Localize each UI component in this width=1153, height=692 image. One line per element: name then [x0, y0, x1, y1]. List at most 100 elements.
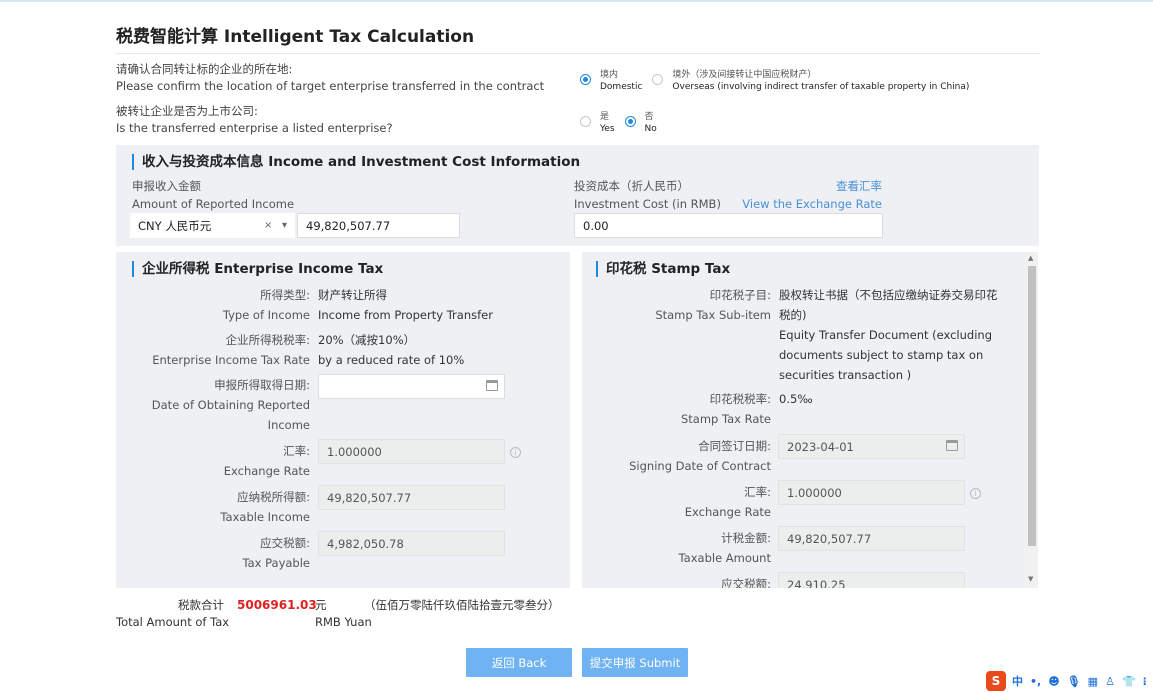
- stamp-fx-label-zh: 汇率:: [744, 485, 771, 499]
- stamp-panel-scrollbar[interactable]: ▲ ▼: [1026, 252, 1038, 588]
- radio-no[interactable]: [624, 116, 636, 127]
- ime-emoji-icon[interactable]: ☻: [1048, 675, 1059, 688]
- scroll-up-icon[interactable]: ▲: [1028, 254, 1033, 262]
- scroll-thumb[interactable]: [1028, 266, 1036, 546]
- currency-select[interactable]: CNY 人民币元 × ▾: [130, 213, 295, 238]
- stamp-title: 印花税 Stamp Tax: [596, 261, 730, 277]
- radio-yes-en: Yes: [600, 124, 615, 134]
- listed-question-en: Is the transferred enterprise a listed e…: [116, 121, 393, 135]
- eit-payable-label-en: Tax Payable: [242, 556, 310, 570]
- submit-button[interactable]: 提交申报 Submit: [582, 648, 688, 677]
- top-border: [0, 0, 1153, 2]
- reported-income-value: 49,820,507.77: [306, 218, 391, 233]
- stamp-taxable-label-zh: 计税金额:: [721, 531, 771, 545]
- stamp-taxable-input: 49,820,507.77: [778, 526, 965, 551]
- scroll-down-icon[interactable]: ▼: [1028, 575, 1033, 583]
- investment-cost-label-en: Investment Cost (in RMB): [574, 197, 721, 211]
- eit-date-input[interactable]: [318, 374, 505, 399]
- stamp-rate-value: 0.5‰: [779, 392, 813, 406]
- stamp-rate-label-en: Stamp Tax Rate: [680, 412, 771, 426]
- income-section: 收入与投资成本信息 Income and Investment Cost Inf…: [116, 145, 1039, 246]
- reported-income-input[interactable]: 49,820,507.77: [297, 213, 460, 238]
- investment-cost-value: 0.00: [583, 218, 609, 233]
- location-question: 请确认合同转让标的企业的所在地: Please confirm the loca…: [116, 61, 544, 95]
- eit-rate-value-en: by a reduced rate of 10%: [318, 353, 465, 367]
- total-label-zh: 税款合计: [178, 598, 224, 612]
- eit-rate-label: 企业所得税税率: Enterprise Income Tax Rate: [116, 330, 310, 370]
- reported-income-label-zh: 申报收入金额: [132, 179, 201, 193]
- ime-keyboard-icon[interactable]: ▦: [1088, 675, 1098, 688]
- radio-option-domestic[interactable]: 境内 Domestic: [580, 69, 642, 93]
- eit-date-label-zh: 申报所得取得日期:: [214, 378, 310, 392]
- ime-skin-icon[interactable]: 👕: [1122, 675, 1136, 688]
- total-in-words: （伍佰万零陆仟玖佰陆拾壹元零叁分）: [364, 598, 560, 612]
- calendar-icon: [946, 440, 958, 451]
- eit-taxable-input: 49,820,507.77: [318, 485, 505, 510]
- stamp-rate-label-zh: 印花税税率:: [709, 392, 771, 406]
- back-button[interactable]: 返回 Back: [466, 648, 572, 677]
- radio-overseas[interactable]: [652, 74, 664, 85]
- eit-taxable-label-zh: 应纳税所得额:: [237, 490, 310, 504]
- eit-payable-input: 4,982,050.78: [318, 531, 505, 556]
- eit-rate-value-zh: 20%（减按10%）: [318, 333, 416, 347]
- eit-fx-label: 汇率: Exchange Rate: [116, 441, 310, 481]
- stamp-taxable-label-en: Taxable Amount: [678, 551, 771, 565]
- radio-option-overseas[interactable]: 境外（涉及间接转让中国应税财产） Overseas (involving ind…: [652, 69, 969, 93]
- page-title: 税费智能计算 Intelligent Tax Calculation: [116, 27, 475, 47]
- investment-cost-label-zh: 投资成本（折人民币）: [574, 179, 689, 193]
- ime-more-icon[interactable]: ⁝: [1143, 675, 1147, 688]
- radio-yes[interactable]: [580, 116, 591, 127]
- calendar-icon[interactable]: [486, 380, 498, 391]
- eit-fx-label-en: Exchange Rate: [223, 464, 310, 478]
- eit-income-type-label-en: Type of Income: [222, 308, 310, 322]
- stamp-subitem-value-zh-1: 股权转让书据（不包括应缴纳证券交易印花: [779, 288, 998, 302]
- location-question-en: Please confirm the location of target en…: [116, 79, 545, 93]
- sogou-logo-icon[interactable]: S: [986, 671, 1006, 691]
- eit-income-type-value-en: Income from Property Transfer: [318, 308, 493, 322]
- exchange-link-en[interactable]: View the Exchange Rate: [736, 195, 882, 213]
- exchange-link-zh[interactable]: 查看汇率: [736, 177, 882, 195]
- stamp-fx-label-en: Exchange Rate: [684, 505, 771, 519]
- view-exchange-rate-link[interactable]: 查看汇率 View the Exchange Rate: [736, 177, 882, 213]
- radio-no-zh: 否: [644, 112, 654, 122]
- stamp-subitem-value-zh-2: 税的): [779, 308, 807, 322]
- chevron-down-icon[interactable]: ▾: [282, 220, 287, 231]
- eit-date-label-en-1: Date of Obtaining Reported: [151, 398, 310, 412]
- ime-voice-icon[interactable]: 🎙: [1067, 675, 1081, 688]
- radio-domestic[interactable]: [580, 74, 591, 85]
- location-radio-group: 境内 Domestic 境外（涉及间接转让中国应税财产） Overseas (i…: [580, 69, 979, 93]
- investment-cost-input[interactable]: 0.00: [574, 213, 883, 238]
- listed-question-zh: 被转让企业是否为上市公司:: [116, 104, 258, 118]
- eit-taxable-label-en: Taxable Income: [220, 510, 310, 524]
- eit-income-type-label-zh: 所得类型:: [260, 288, 310, 302]
- eit-taxable-value: 49,820,507.77: [327, 490, 412, 505]
- stamp-fx-input: 1.000000: [778, 480, 965, 505]
- radio-overseas-zh: 境外（涉及间接转让中国应税财产）: [672, 70, 817, 80]
- eit-income-type-value: 财产转让所得 Income from Property Transfer: [318, 285, 493, 325]
- clear-icon[interactable]: ×: [264, 220, 272, 231]
- info-icon[interactable]: i: [970, 488, 981, 499]
- stamp-sign-date-label-zh: 合同签订日期:: [698, 439, 771, 453]
- eit-date-label-en-2: Income: [267, 418, 310, 432]
- stamp-taxable-value: 49,820,507.77: [787, 531, 872, 546]
- eit-income-type-value-zh: 财产转让所得: [318, 288, 387, 302]
- ime-punct-icon[interactable]: •,: [1030, 675, 1041, 688]
- stamp-subitem-label-en: Stamp Tax Sub-item: [655, 308, 771, 322]
- stamp-payable-label-zh: 应交税额:: [721, 577, 771, 588]
- eit-payable-value: 4,982,050.78: [327, 536, 404, 551]
- eit-fx-input: 1.000000: [318, 439, 505, 464]
- eit-fx-label-zh: 汇率:: [283, 444, 310, 458]
- eit-payable-label: 应交税额: Tax Payable: [116, 533, 310, 573]
- stamp-subitem-value-en-3: securities transaction ): [779, 368, 912, 382]
- stamp-fx-value: 1.000000: [787, 485, 842, 500]
- ime-user-icon[interactable]: ♙: [1105, 675, 1115, 688]
- eit-taxable-label: 应纳税所得额: Taxable Income: [116, 487, 310, 527]
- investment-cost-label: 投资成本（折人民币） Investment Cost (in RMB): [574, 177, 721, 213]
- ime-lang-icon[interactable]: 中: [1012, 673, 1023, 689]
- radio-option-yes[interactable]: 是 Yes: [580, 111, 615, 135]
- reported-income-label-en: Amount of Reported Income: [132, 197, 295, 211]
- radio-option-no[interactable]: 否 No: [624, 111, 657, 135]
- stamp-payable-value: 24,910.25: [787, 577, 846, 589]
- stamp-subitem-value: 股权转让书据（不包括应缴纳证券交易印花 税的) Equity Transfer …: [779, 285, 1019, 385]
- info-icon[interactable]: i: [510, 447, 521, 458]
